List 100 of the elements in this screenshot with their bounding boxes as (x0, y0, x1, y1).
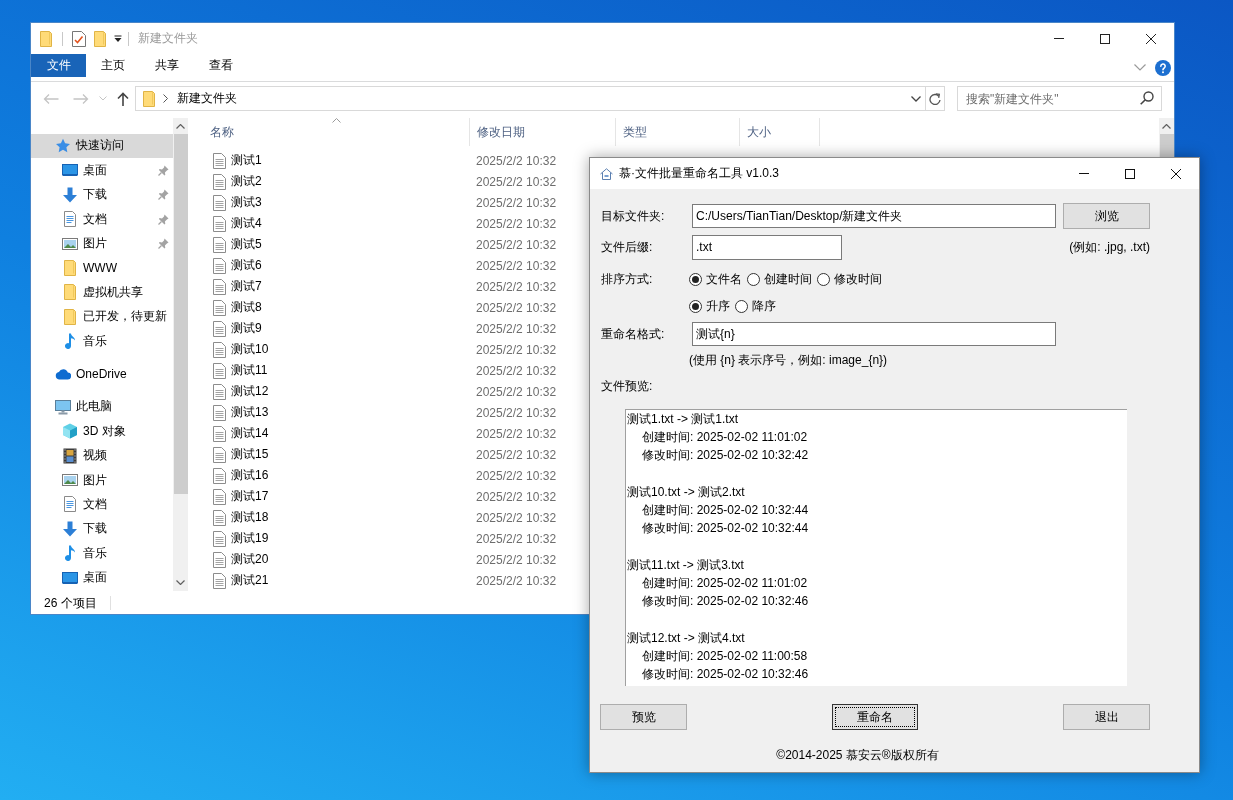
file-name[interactable]: 测试21 (231, 572, 269, 589)
modified-time: 修改时间: 2025-02-02 10:32:42 (642, 447, 809, 465)
maximize-icon[interactable] (1100, 33, 1110, 44)
action-button[interactable]: 重命名 (832, 704, 918, 730)
file-name[interactable]: 测试9 (231, 320, 262, 337)
file-name[interactable]: 测试4 (231, 215, 262, 232)
file-name[interactable]: 测试16 (231, 467, 269, 484)
radio-button[interactable] (735, 299, 748, 313)
sidebar-item[interactable]: 视频 (31, 443, 173, 468)
sidebar-item[interactable]: 图片 (31, 467, 173, 493)
chevron-down-icon[interactable] (911, 95, 921, 102)
sidebar-item[interactable]: 3D 对象 (31, 419, 173, 444)
scroll-up-icon[interactable] (176, 124, 185, 129)
computer-icon (55, 398, 71, 415)
file-name[interactable]: 测试11 (231, 362, 268, 379)
suffix-field[interactable]: .txt (692, 234, 842, 260)
column-header[interactable]: 修改日期 (470, 118, 616, 146)
file-name[interactable]: 测试18 (231, 509, 269, 526)
ribbon-tab[interactable]: 共享 (140, 54, 194, 77)
document-icon (62, 211, 78, 228)
modified-date: 2025/2/2 10:32 (475, 531, 557, 546)
sidebar-item[interactable]: 下载 (31, 182, 173, 207)
breadcrumb[interactable]: 新建文件夹 (177, 90, 237, 107)
sidebar-item[interactable]: 桌面 (31, 565, 173, 590)
sidebar-item[interactable]: 快速访问 (31, 133, 173, 159)
maximize-icon[interactable] (1125, 168, 1135, 179)
file-name[interactable]: 测试15 (231, 446, 269, 463)
ribbon-tab[interactable]: 查看 (194, 54, 248, 77)
window-title: 新建文件夹 (138, 30, 198, 47)
modified-time: 修改时间: 2025-02-02 10:32:44 (642, 520, 809, 538)
sidebar-item[interactable]: 音乐 (31, 328, 173, 354)
search-field[interactable]: 搜索"新建文件夹" (957, 86, 1162, 111)
radio-button[interactable] (689, 272, 702, 286)
file-name[interactable]: 测试14 (231, 425, 269, 442)
scrollbar[interactable] (1159, 118, 1174, 158)
file-name[interactable]: 测试17 (231, 488, 269, 505)
sidebar-item[interactable]: 音乐 (31, 541, 173, 566)
file-name[interactable]: 测试19 (231, 530, 269, 547)
screen-icon (62, 569, 78, 586)
text-file-icon (213, 257, 226, 274)
modified-date: 2025/2/2 10:32 (475, 237, 557, 252)
scroll-down-icon[interactable] (176, 580, 185, 585)
column-header[interactable]: 大小 (740, 118, 820, 146)
document-check-icon[interactable] (72, 30, 86, 47)
file-name[interactable]: 测试5 (231, 236, 262, 253)
field-label: 排序方式: (601, 270, 654, 288)
created-time: 创建时间: 2025-02-02 11:01:02 (642, 574, 808, 592)
file-menu-button[interactable]: 文件 (31, 54, 86, 77)
file-name[interactable]: 测试1 (231, 152, 262, 169)
file-name[interactable]: 测试10 (231, 341, 269, 358)
sidebar-item[interactable]: 桌面 (31, 158, 173, 183)
file-name[interactable]: 测试12 (231, 383, 269, 400)
sidebar-item[interactable]: 已开发，待更新 (31, 304, 173, 329)
up-arrow-icon[interactable] (117, 91, 129, 106)
scrollbar-thumb[interactable] (1159, 134, 1174, 158)
radio-label[interactable]: 降序 (752, 297, 776, 315)
chevron-right-icon[interactable] (163, 94, 168, 103)
sidebar-item[interactable]: 下载 (31, 516, 173, 542)
file-name[interactable]: 测试8 (231, 299, 262, 316)
browse-button[interactable]: 浏览 (1063, 203, 1150, 229)
down-arrow-icon (62, 186, 78, 203)
sidebar-item[interactable]: 虚拟机共享 (31, 280, 173, 305)
file-name[interactable]: 测试3 (231, 194, 262, 211)
scroll-up-icon[interactable] (1162, 124, 1171, 129)
radio-button[interactable] (689, 299, 702, 313)
folder-path-field[interactable]: C:/Users/TianTian/Desktop/新建文件夹 (692, 204, 1056, 228)
action-button[interactable]: 退出 (1063, 704, 1150, 730)
close-icon[interactable] (1171, 168, 1181, 179)
radio-label[interactable]: 升序 (706, 297, 730, 315)
sidebar-item[interactable]: OneDrive (31, 361, 173, 387)
action-button[interactable]: 预览 (600, 704, 687, 730)
scrollbar-thumb[interactable] (173, 134, 188, 494)
search-icon[interactable] (1140, 91, 1154, 105)
refresh-button[interactable] (926, 86, 945, 111)
close-icon[interactable] (1146, 33, 1156, 44)
file-name[interactable]: 测试13 (231, 404, 269, 421)
radio-label[interactable]: 文件名 (706, 270, 742, 288)
file-name[interactable]: 测试7 (231, 278, 262, 295)
column-header[interactable]: 类型 (616, 118, 740, 146)
radio-button[interactable] (817, 272, 830, 286)
sidebar-item[interactable]: 文档 (31, 492, 173, 517)
caret-down-icon[interactable] (114, 34, 122, 43)
sidebar-item[interactable]: 此电脑 (31, 394, 173, 420)
column-header[interactable]: 名称 (203, 118, 470, 146)
scrollbar[interactable] (173, 118, 188, 591)
radio-label[interactable]: 创建时间 (764, 270, 812, 288)
radio-button[interactable] (747, 272, 760, 286)
ribbon-tab[interactable]: 主页 (86, 54, 140, 77)
file-name[interactable]: 测试20 (231, 551, 269, 568)
file-name[interactable]: 测试2 (231, 173, 262, 190)
modified-date: 2025/2/2 10:32 (475, 195, 557, 210)
sidebar-item[interactable]: 文档 (31, 206, 173, 232)
address-bar[interactable]: 新建文件夹 (135, 86, 926, 111)
help-icon[interactable] (1155, 59, 1171, 76)
text-file-icon (213, 488, 226, 505)
radio-label[interactable]: 修改时间 (834, 270, 882, 288)
format-field[interactable]: 测试{n} (692, 322, 1056, 346)
sidebar-item[interactable]: 图片 (31, 231, 173, 256)
sidebar-item[interactable]: WWW (31, 255, 173, 281)
file-name[interactable]: 测试6 (231, 257, 262, 274)
